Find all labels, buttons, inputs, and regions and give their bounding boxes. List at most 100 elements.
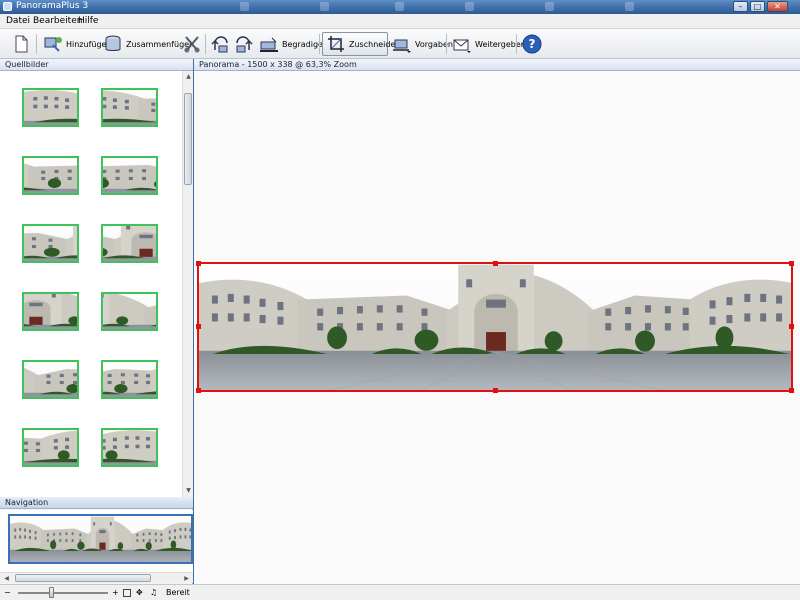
- zoom-slider-knob[interactable]: [49, 587, 54, 598]
- navigation-area: [0, 510, 193, 572]
- thumbnail-image: [0, 422, 111, 480]
- crop-handle-bottom-left[interactable]: [196, 388, 201, 393]
- toolbar: Hinzufügen Zusammenfügen Begradigen Zusc…: [0, 29, 800, 59]
- navigation-panorama-image: [10, 516, 191, 562]
- thumbnail-image: [0, 218, 182, 276]
- presets-label: Vorgaben: [415, 39, 453, 49]
- thumbnail-image: [0, 354, 182, 412]
- source-thumbnail[interactable]: [22, 82, 182, 140]
- thumbnail-image: [0, 150, 182, 208]
- presets-icon: [393, 39, 411, 53]
- desktop-icon-ghost: [545, 2, 554, 11]
- share-icon: [453, 39, 471, 53]
- toolbar-separator: [36, 34, 37, 54]
- thumbnail-image: [0, 218, 182, 276]
- horizontal-scrollbar[interactable]: ◀ ▶: [0, 572, 193, 583]
- source-thumbnail-grid: [0, 71, 182, 497]
- merge-icon: [105, 35, 121, 51]
- add-images-icon: [44, 37, 62, 52]
- scroll-right-arrow[interactable]: ▶: [182, 574, 191, 583]
- source-thumbnail[interactable]: [0, 286, 182, 344]
- panorama-info-header: Panorama - 1500 x 338 @ 63,3% Zoom: [194, 59, 800, 71]
- main-panel: Panorama - 1500 x 338 @ 63,3% Zoom: [194, 59, 800, 584]
- thumbnail-image: [71, 82, 182, 140]
- scroll-left-arrow[interactable]: ◀: [2, 574, 11, 583]
- music-icon[interactable]: ♫: [150, 588, 157, 597]
- delete-icon: [184, 36, 200, 53]
- thumbnail-image: [0, 354, 173, 412]
- crop-handle-top-right[interactable]: [789, 261, 794, 266]
- scroll-down-arrow[interactable]: ▼: [184, 486, 193, 495]
- left-panel: Quellbilder ▲ ▼ Navigation ◀ ▶: [0, 59, 193, 584]
- crop-handle-bottom-right[interactable]: [789, 388, 794, 393]
- thumbnail-image: [0, 286, 182, 344]
- toolbar-separator: [205, 34, 206, 54]
- source-thumbnail[interactable]: [0, 422, 159, 480]
- app-icon: [3, 2, 12, 11]
- close-button[interactable]: ✕: [767, 1, 788, 12]
- toolbar-separator: [319, 34, 320, 54]
- source-thumbnail[interactable]: [0, 422, 111, 480]
- thumbnail-image: [9, 150, 182, 208]
- source-thumbnail[interactable]: [0, 354, 173, 412]
- menu-hilfe[interactable]: Hilfe: [78, 16, 98, 26]
- fit-view-icon[interactable]: [123, 589, 131, 597]
- minimize-button[interactable]: –: [733, 1, 748, 12]
- thumbnail-image: [0, 286, 182, 344]
- zoom-out-icon[interactable]: −: [4, 588, 11, 597]
- menu-bar: Datei Bearbeiten Hilfe: [0, 14, 800, 29]
- source-thumbnail[interactable]: [0, 354, 182, 412]
- straighten-icon: [260, 37, 278, 52]
- source-images-header: Quellbilder: [0, 59, 193, 71]
- desktop-icon-ghost: [465, 2, 474, 11]
- rotate-right-icon: [236, 36, 253, 53]
- new-document-icon: [15, 35, 28, 53]
- thumbnail-image: [23, 82, 182, 140]
- desktop-icon-ghost: [240, 2, 249, 11]
- desktop-icon-ghost: [320, 2, 329, 11]
- rotate-left-icon: [211, 36, 228, 53]
- title-bar[interactable]: PanoramaPlus 3 – □ ✕: [0, 0, 800, 14]
- source-thumbnail[interactable]: [0, 150, 182, 208]
- navigation-preview[interactable]: [8, 514, 193, 564]
- scroll-up-arrow[interactable]: ▲: [184, 72, 193, 81]
- desktop-icon-ghost: [625, 2, 634, 11]
- crop-handle-bottom[interactable]: [493, 388, 498, 393]
- help-button[interactable]: ?: [519, 32, 545, 56]
- toolbar-separator: [446, 34, 447, 54]
- svg-text:?: ?: [529, 37, 536, 51]
- thumbnail-image: [0, 422, 159, 480]
- desktop-icon-ghost: [395, 2, 404, 11]
- delete-button[interactable]: [179, 32, 205, 56]
- crop-handle-left[interactable]: [196, 324, 201, 329]
- new-button[interactable]: [8, 32, 34, 56]
- source-thumbnail[interactable]: [0, 218, 182, 276]
- source-thumbnail[interactable]: [0, 218, 182, 276]
- crop-icon: [328, 36, 344, 52]
- scroll-thumb[interactable]: [184, 93, 192, 185]
- rotate-right-button[interactable]: [230, 32, 256, 56]
- window-title: PanoramaPlus 3: [16, 1, 89, 11]
- maximize-button[interactable]: □: [750, 1, 765, 12]
- crop-frame[interactable]: [196, 261, 794, 393]
- menu-datei[interactable]: Datei: [6, 16, 30, 26]
- menu-bearbeiten[interactable]: Bearbeiten: [33, 16, 82, 26]
- zoom-in-icon[interactable]: +: [112, 588, 119, 597]
- source-thumbnail[interactable]: [0, 286, 182, 344]
- status-bar: − + ✥ ♫ Bereit: [0, 584, 800, 600]
- toolbar-separator: [516, 34, 517, 54]
- navigation-header: Navigation: [0, 497, 193, 509]
- vertical-scrollbar[interactable]: ▲ ▼: [182, 71, 193, 497]
- source-thumbnail[interactable]: [71, 82, 182, 140]
- crop-handle-right[interactable]: [789, 324, 794, 329]
- crop-button[interactable]: Zuschneiden: [322, 32, 400, 56]
- panorama-canvas[interactable]: [194, 71, 800, 584]
- source-thumbnail[interactable]: [9, 150, 182, 208]
- status-text: Bereit: [166, 588, 190, 597]
- horizontal-scroll-thumb[interactable]: [15, 574, 151, 582]
- help-icon: ?: [522, 34, 542, 54]
- crop-handle-top[interactable]: [493, 261, 498, 266]
- zoom-slider-track[interactable]: [18, 592, 108, 594]
- move-icon[interactable]: ✥: [136, 588, 143, 597]
- crop-handle-top-left[interactable]: [196, 261, 201, 266]
